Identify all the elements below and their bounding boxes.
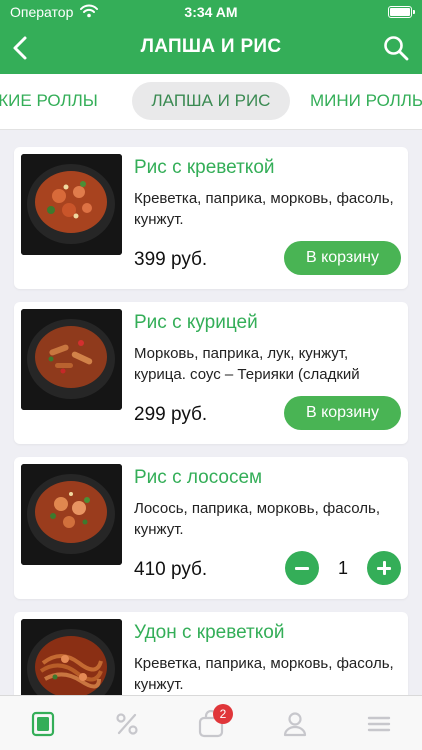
product-price: 410 руб. — [134, 559, 208, 580]
product-name: Удон с креветкой — [134, 622, 285, 643]
product-card[interactable]: Рис с креветкой Креветка, паприка, морко… — [14, 147, 408, 289]
product-card[interactable]: Рис с курицей Морковь, паприка, лук, кун… — [14, 302, 408, 444]
tab-more[interactable] — [364, 709, 394, 739]
product-image — [21, 154, 122, 255]
bottom-tab-bar: 2 — [0, 695, 422, 750]
category-tab-mini-rolls[interactable]: МИНИ РОЛЛЫ — [310, 82, 422, 120]
tab-cart[interactable]: 2 — [196, 704, 233, 739]
category-tab-noodles-rice[interactable]: ЛАПША И РИС — [132, 82, 290, 120]
app-header: Оператор 3:34 AM ЛАПША И РИС — [0, 0, 422, 74]
add-to-cart-button[interactable]: В корзину — [284, 396, 401, 430]
cart-count-badge: 2 — [213, 704, 233, 724]
category-tabs: СКИЕ РОЛЛЫ ЛАПША И РИС МИНИ РОЛЛЫ — [0, 74, 422, 130]
product-card[interactable]: Удон с креветкой Креветка, паприка, морк… — [14, 612, 408, 695]
product-name: Рис с креветкой — [134, 157, 275, 178]
tab-promotions[interactable] — [112, 709, 142, 739]
battery-icon — [388, 6, 415, 18]
product-price: 299 руб. — [134, 404, 208, 425]
product-description: Креветка, паприка, морковь, фасоль, кунж… — [134, 655, 394, 693]
percent-icon — [116, 713, 138, 735]
add-to-cart-button[interactable]: В корзину — [284, 241, 401, 275]
tab-menu[interactable] — [28, 709, 58, 739]
search-icon[interactable] — [382, 34, 410, 62]
status-bar: Оператор 3:34 AM — [0, 0, 422, 24]
product-image — [21, 464, 122, 565]
tab-profile[interactable] — [280, 709, 310, 739]
product-card[interactable]: Рис с лососем Лосось, паприка, морковь, … — [14, 457, 408, 599]
quantity-stepper: 1 — [285, 551, 401, 585]
product-description: Креветка, паприка, морковь, фасоль, кунж… — [134, 190, 394, 228]
page-title: ЛАПША И РИС — [140, 36, 282, 57]
navigation-bar: ЛАПША И РИС — [0, 26, 422, 70]
status-time: 3:34 AM — [184, 4, 238, 20]
profile-icon — [283, 712, 307, 737]
increase-quantity-button[interactable] — [367, 551, 401, 585]
product-description: Морковь, паприка, лук, кунжут, курица. с… — [134, 345, 360, 383]
decrease-quantity-button[interactable] — [285, 551, 319, 585]
quantity-value: 1 — [337, 558, 348, 578]
product-description: Лосось, паприка, морковь, фасоль, кунжут… — [134, 500, 381, 538]
product-price: 399 руб. — [134, 249, 208, 270]
product-image — [21, 619, 122, 695]
product-name: Рис с лососем — [134, 467, 263, 488]
menu-icon — [31, 711, 55, 737]
category-tab-rolls[interactable]: СКИЕ РОЛЛЫ — [0, 82, 98, 120]
product-image — [21, 309, 122, 410]
product-name: Рис с курицей — [134, 312, 258, 333]
hamburger-icon — [367, 716, 391, 732]
product-list[interactable]: Рис с креветкой Креветка, паприка, морко… — [0, 130, 422, 695]
